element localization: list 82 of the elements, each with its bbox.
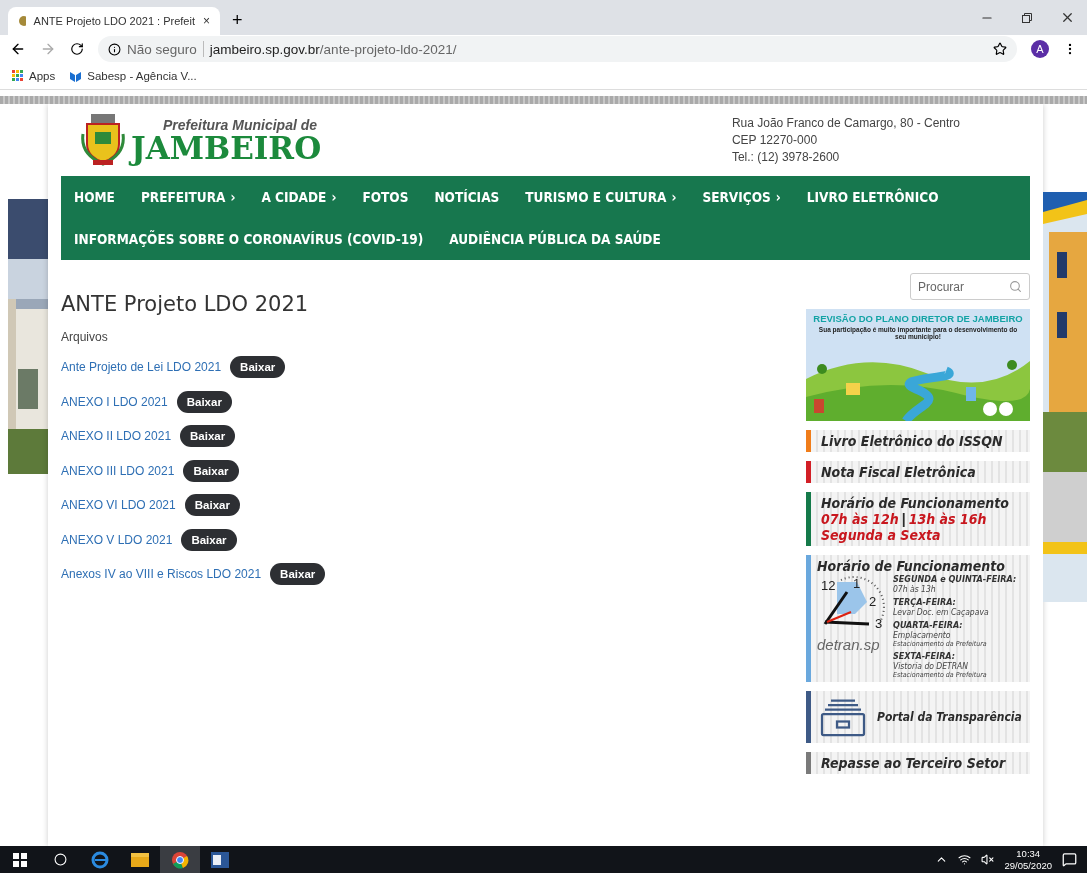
schedule-text: Levar Doc. em Caçapava (893, 607, 990, 617)
banner-link[interactable]: Portal da Transparência (806, 691, 1030, 743)
reload-icon[interactable] (70, 42, 84, 56)
info-icon (108, 42, 121, 56)
restore-icon[interactable] (1022, 12, 1032, 23)
clock-text: 10:34 29/05/2020 (1004, 847, 1052, 872)
days-text: Segunda a Sexta (821, 527, 942, 543)
banner-link[interactable]: Nota Fiscal Eletrônica (806, 461, 1030, 483)
close-icon[interactable] (1060, 10, 1075, 25)
site-icon (69, 69, 83, 83)
banner-title: Horário de Funcionamento (817, 558, 1006, 574)
network-icon[interactable] (958, 853, 972, 866)
security-label: Não seguro (127, 41, 197, 57)
file-link[interactable]: ANEXO III LDO 2021 (61, 463, 175, 478)
volume-muted-icon[interactable] (981, 853, 995, 866)
file-link[interactable]: Ante Projeto de Lei LDO 2021 (61, 360, 222, 375)
banner-link[interactable]: Livro Eletrônico do ISSQN (806, 430, 1030, 452)
favicon-icon (18, 15, 26, 27)
detran-logo: detran.sp (817, 636, 881, 653)
clock-number: 1 (853, 576, 861, 591)
file-link[interactable]: ANEXO I LDO 2021 (61, 394, 168, 409)
clock-number: 2 (869, 594, 877, 609)
download-button[interactable]: Baixar (180, 425, 236, 448)
new-tab-button[interactable]: + (232, 10, 243, 31)
nav-item[interactable]: PREFEITURA › (140, 176, 236, 218)
nav-item[interactable]: TURISMO E CULTURA › (525, 176, 677, 218)
address-bar[interactable]: Não seguro jambeiro.sp.gov.br/ante-projeto-ldo-2021/ (98, 36, 1017, 62)
download-button[interactable]: Baixar (230, 356, 286, 379)
address-line: CEP 12270-000 (731, 131, 819, 149)
file-link[interactable]: ANEXO II LDO 2021 (61, 429, 172, 444)
address-line: Tel.: (12) 3978-2600 (731, 148, 841, 166)
nav-item[interactable]: INFORMAÇÕES SOBRE O CORONAVÍRUS (COVID-19) (74, 218, 424, 260)
org-line: Prefeitura Municipal de (163, 116, 319, 133)
banner-title: Horário de Funcionamento (821, 495, 1009, 511)
clock-number: 3 (875, 616, 883, 631)
bookmark[interactable]: Sabesp - Agência V... (69, 69, 197, 83)
schedule-text: Emplacamento (893, 630, 952, 640)
hours-text: 07h às 12h (821, 511, 899, 527)
crest-icon (81, 114, 125, 166)
schedule-text: 07h às 13h (893, 584, 937, 594)
search-icon (1009, 280, 1022, 293)
banner-title: REVISÃO DO PLANO DIRETOR DE JAMBEIRO (813, 313, 1023, 324)
nav-item[interactable]: SERVIÇOS › (702, 176, 781, 218)
file-link[interactable]: Anexos IV ao VIII e Riscos LDO 2021 (61, 567, 262, 582)
browser-tab[interactable]: ANTE Projeto LDO 2021 : Prefeit × (8, 7, 220, 35)
nav-item[interactable]: HOME (74, 176, 115, 218)
nav-item[interactable]: A CIDADE › (261, 176, 337, 218)
bookmark[interactable]: Apps (12, 70, 56, 82)
search-field[interactable]: Procurar (910, 273, 1030, 300)
download-button[interactable]: Baixar (183, 459, 239, 482)
schedule-text: Vistoria do DETRAN (893, 661, 969, 671)
bookmark-star-icon[interactable] (993, 42, 1007, 56)
banner-link[interactable]: Repasse ao Terceiro Setor (806, 752, 1030, 774)
schedule-day: SEXTA-FEIRA: (893, 651, 1017, 661)
apps-grid-icon (12, 70, 24, 82)
nav-item[interactable]: LIVRO ELETRÔNICO (806, 176, 939, 218)
file-link[interactable]: ANEXO V LDO 2021 (61, 532, 173, 547)
drawer-icon (819, 697, 867, 737)
download-button[interactable]: Baixar (270, 563, 326, 586)
hours-text: 13h às 16h (908, 511, 987, 527)
nav-item[interactable]: NOTÍCIAS (434, 176, 500, 218)
download-button[interactable]: Baixar (181, 528, 237, 551)
section-label: Arquivos (61, 330, 109, 344)
nav-item[interactable]: FOTOS (362, 176, 409, 218)
back-icon[interactable] (10, 41, 26, 57)
profile-avatar[interactable]: A (1031, 40, 1049, 58)
schedule-day: QUARTA-FEIRA: (893, 620, 1017, 630)
page-title: ANTE Projeto LDO 2021 (61, 292, 310, 316)
clock-face-drawing (823, 576, 885, 626)
separator-text: | (901, 511, 906, 527)
address-line: Rua João Franco de Camargo, 80 - Centro (731, 114, 960, 132)
download-button[interactable]: Baixar (176, 390, 232, 413)
nav-item[interactable]: AUDIÊNCIA PÚBLICA DA SAÚDE (449, 218, 661, 260)
close-tab-button[interactable]: × (203, 14, 210, 28)
url-text: jambeiro.sp.gov.br/ante-projeto-ldo-2021/ (209, 41, 457, 57)
schedule-day: TERÇA-FEIRA: (893, 597, 1017, 607)
download-button[interactable]: Baixar (184, 494, 240, 517)
clock-number: 12 (821, 578, 836, 593)
schedule-day: SEGUNDA e QUINTA-FEIRA: (893, 574, 1017, 584)
notification-icon[interactable] (1062, 852, 1077, 867)
chrome-icon[interactable] (160, 846, 200, 873)
file-link[interactable]: ANEXO VI LDO 2021 (61, 498, 176, 513)
